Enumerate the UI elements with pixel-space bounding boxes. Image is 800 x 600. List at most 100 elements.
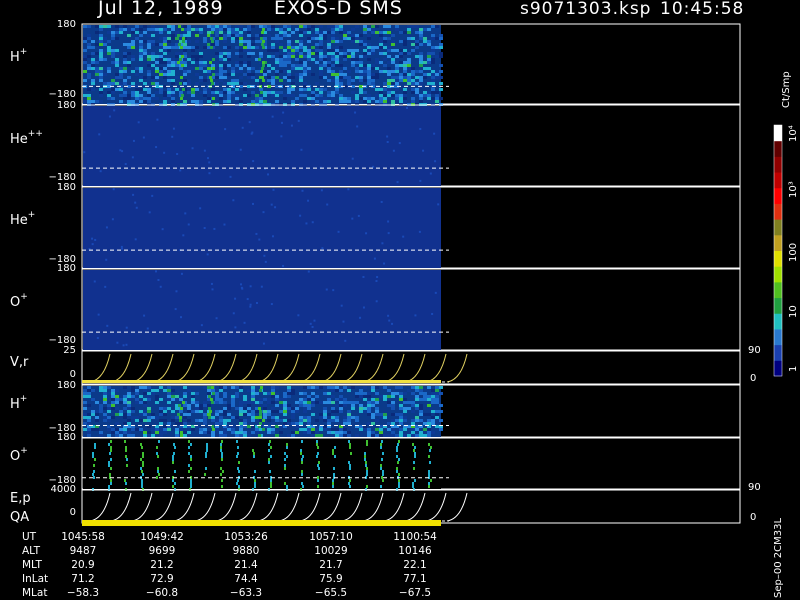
trace-ep bbox=[299, 492, 321, 522]
tick-ep-bottom: 0 bbox=[69, 507, 76, 518]
orbit-mlt-2: 21.2 bbox=[150, 559, 174, 571]
orbit-label-ut: UT bbox=[22, 531, 37, 543]
trace-ep bbox=[278, 492, 300, 522]
rtick-vr-bottom: 0 bbox=[750, 373, 757, 384]
trace-ep bbox=[320, 492, 342, 522]
orbit-alt-1: 9487 bbox=[69, 545, 97, 557]
panel-label-vr: V,r bbox=[10, 355, 29, 370]
trace-ep bbox=[236, 492, 258, 522]
trace-vr bbox=[110, 353, 132, 383]
colorbar-tick-10000: 10⁴ bbox=[788, 125, 799, 142]
spectrogram-plot bbox=[81, 23, 783, 526]
spectrogram-he1 bbox=[83, 188, 441, 268]
panel-label-h1: H+ bbox=[10, 47, 28, 65]
colorbar-segment bbox=[774, 234, 782, 251]
orbit-mlt-4: 21.7 bbox=[319, 559, 343, 571]
orbit-alt-4: 10029 bbox=[314, 545, 348, 557]
trace-vr bbox=[299, 353, 321, 383]
orbit-inlat-3: 74.4 bbox=[234, 573, 258, 585]
orbit-label-mlat: MLat bbox=[22, 587, 48, 599]
orbit-mlat-3: −63.3 bbox=[229, 587, 263, 599]
orbit-ut-2: 1049:42 bbox=[140, 531, 184, 543]
colorbar-segment bbox=[774, 187, 782, 204]
panel-label-qa: QA bbox=[10, 510, 30, 525]
colorbar-segment bbox=[774, 266, 782, 283]
rtick-ep-bottom: 0 bbox=[750, 512, 757, 523]
colorbar-segment bbox=[774, 219, 782, 236]
tick-vr-bottom: 0 bbox=[69, 369, 76, 380]
orbit-inlat-4: 75.9 bbox=[319, 573, 343, 585]
tick-vr-top: 25 bbox=[63, 345, 76, 356]
orbit-mlt-1: 20.9 bbox=[71, 559, 95, 571]
trace-ep bbox=[215, 492, 237, 522]
colorbar-segment bbox=[774, 203, 782, 220]
trace-ep bbox=[425, 492, 447, 522]
trace-ep bbox=[194, 492, 216, 522]
trace-ep bbox=[110, 492, 132, 522]
trace-vr bbox=[152, 353, 174, 383]
vr-bar bbox=[82, 380, 441, 383]
colorbar-segment bbox=[774, 360, 782, 377]
colorbar-tick-10: 10 bbox=[788, 305, 799, 318]
orbit-alt-3: 9880 bbox=[232, 545, 260, 557]
tick-h1-top: 180 bbox=[56, 19, 76, 30]
panel-label-he1: He+ bbox=[10, 210, 36, 228]
trace-ep bbox=[173, 492, 195, 522]
trace-vr bbox=[446, 353, 468, 383]
trace-ep bbox=[89, 492, 111, 522]
colorbar-segment bbox=[774, 328, 782, 346]
rtick-ep-top: 90 bbox=[748, 482, 761, 493]
panel-label-o1: O+ bbox=[10, 292, 28, 310]
orbit-ut-1: 1045:58 bbox=[61, 531, 105, 543]
colorbar-tick-1000: 10³ bbox=[788, 181, 799, 198]
trace-vr bbox=[194, 353, 216, 383]
colorbar-segment bbox=[774, 156, 782, 173]
colorbar-segment bbox=[774, 250, 782, 267]
colorbar-segment bbox=[774, 125, 782, 142]
tick-he2-top: 180 bbox=[56, 100, 76, 111]
orbit-mlt-5: 22.1 bbox=[403, 559, 427, 571]
trace-ep bbox=[446, 492, 468, 522]
orbit-label-alt: ALT bbox=[22, 545, 41, 557]
orbit-inlat-1: 71.2 bbox=[71, 573, 95, 585]
tick-o1-top: 180 bbox=[56, 263, 76, 274]
trace-ep bbox=[404, 492, 426, 522]
orbit-mlat-5: −67.5 bbox=[398, 587, 432, 599]
orbit-ut-5: 1100:54 bbox=[393, 531, 437, 543]
trace-vr bbox=[89, 353, 111, 383]
trace-vr bbox=[404, 353, 426, 383]
colorbar-segment bbox=[774, 344, 782, 361]
qa-bar bbox=[82, 520, 441, 526]
trace-vr bbox=[257, 353, 279, 383]
colorbar-tick-100: 100 bbox=[788, 242, 799, 262]
footer-code: Sep–00 2CM33L bbox=[773, 517, 784, 598]
orbit-ut-4: 1057:10 bbox=[309, 531, 353, 543]
orbit-alt-2: 9699 bbox=[148, 545, 176, 557]
tick-h1-bottom: −180 bbox=[48, 89, 76, 100]
trace-ep bbox=[362, 492, 384, 522]
trace-vr bbox=[131, 353, 153, 383]
colorbar-segment bbox=[774, 313, 782, 330]
colorbar-segment bbox=[774, 281, 782, 299]
trace-vr bbox=[362, 353, 384, 383]
spectrogram-he2 bbox=[83, 106, 441, 186]
orbit-inlat-5: 77.1 bbox=[403, 573, 427, 585]
trace-ep bbox=[341, 492, 363, 522]
panel-label-he2: He++ bbox=[10, 129, 43, 147]
spectrogram-o2 bbox=[83, 439, 441, 489]
orbit-alt-5: 10146 bbox=[398, 545, 432, 557]
trace-vr bbox=[215, 353, 237, 383]
colorbar-segment bbox=[774, 297, 782, 314]
tick-h2-top: 180 bbox=[56, 380, 76, 391]
trace-ep bbox=[131, 492, 153, 522]
trace-vr bbox=[383, 353, 405, 383]
trace-ep bbox=[257, 492, 279, 522]
orbit-inlat-2: 72.9 bbox=[150, 573, 174, 585]
trace-vr bbox=[278, 353, 300, 383]
tick-ep-top: 4000 bbox=[50, 484, 76, 495]
trace-vr bbox=[320, 353, 342, 383]
orbit-label-inlat: InLat bbox=[22, 573, 49, 585]
spectrogram-o1 bbox=[83, 270, 441, 350]
rtick-vr-top: 90 bbox=[748, 345, 761, 356]
trace-ep bbox=[383, 492, 405, 522]
